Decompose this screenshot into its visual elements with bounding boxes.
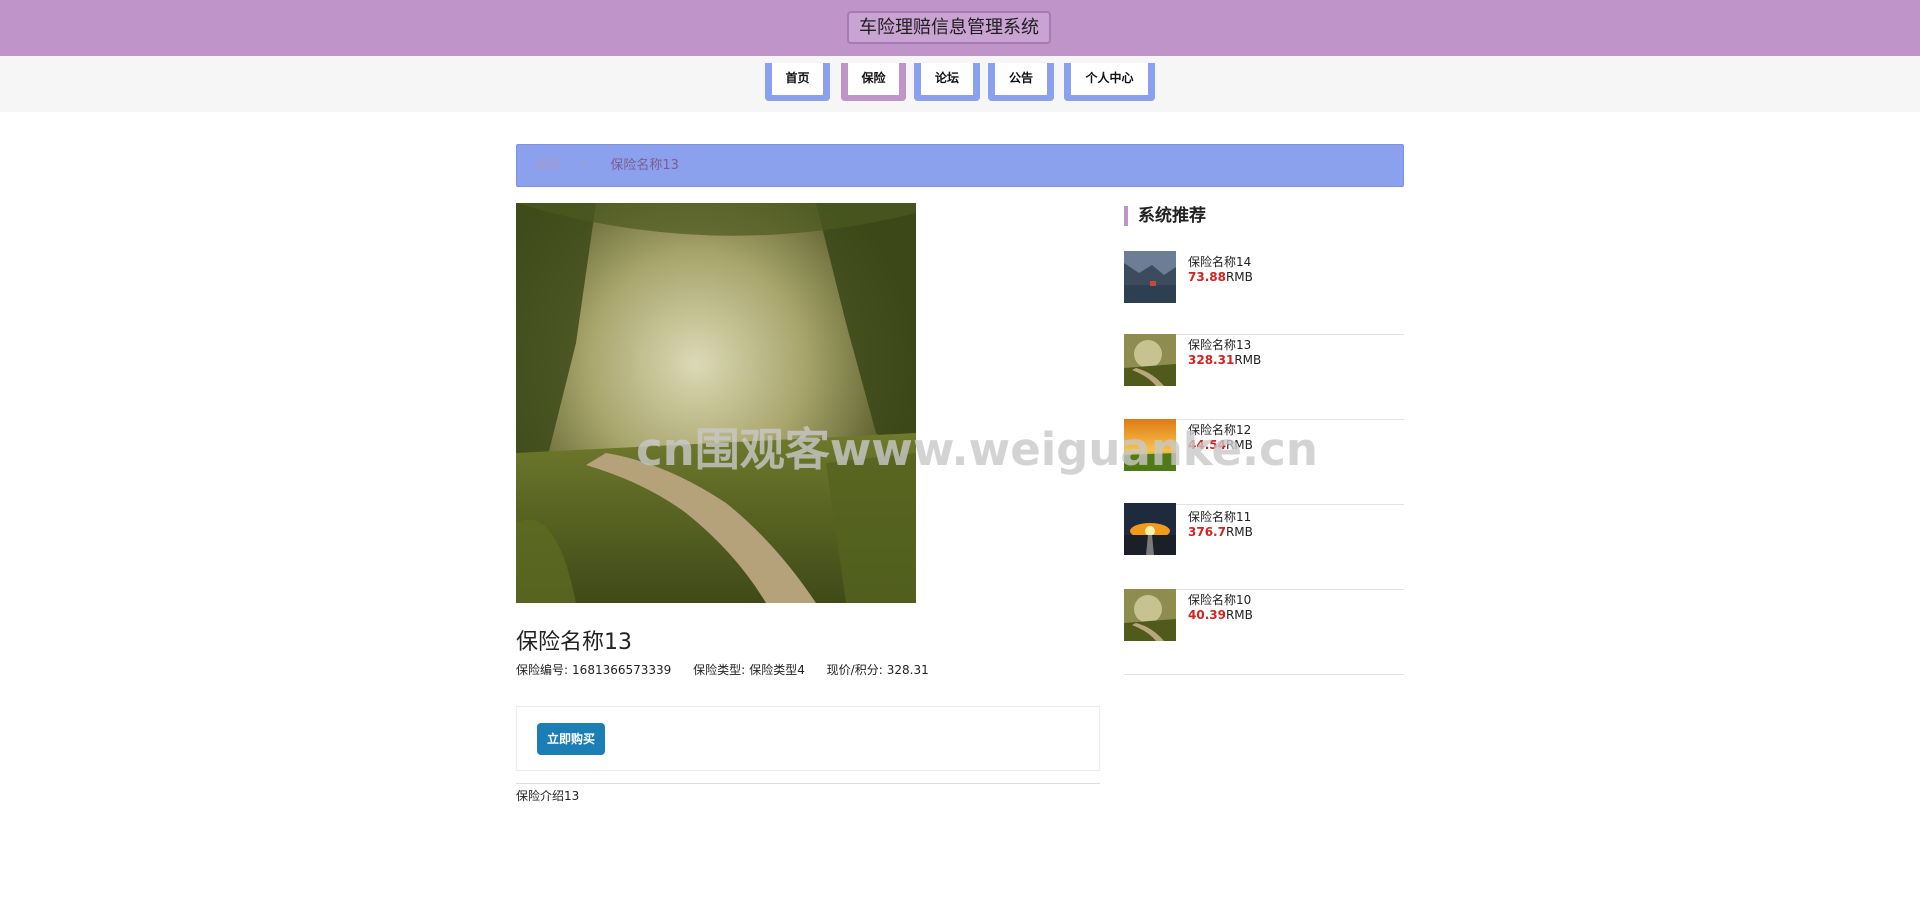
recommend-item-price-value: 73.88 (1188, 270, 1226, 284)
product-code-label: 保险编号: (516, 663, 569, 677)
recommend-item[interactable]: 保险名称11 376.7RMB (1124, 503, 1404, 590)
content-divider (516, 783, 1100, 784)
breadcrumb-home-link[interactable]: 首页 (536, 158, 562, 173)
product-image (516, 203, 916, 603)
product-price-value: 328.31 (886, 663, 929, 677)
recommend-item-price-value: 376.7 (1188, 525, 1226, 539)
recommend-item-price: 44.54RMB (1188, 438, 1253, 452)
product-title: 保险名称13 (516, 630, 632, 655)
top-header: 车险理赔信息管理系统 (0, 0, 1920, 56)
recommend-item-name[interactable]: 保险名称11 (1188, 508, 1251, 525)
recommend-list: 保险名称14 73.88RMB 保险名称13 328.31RMB 保险名称12 … (1124, 250, 1404, 675)
recommend-item-price-value: 328.31 (1188, 353, 1235, 367)
nav-item-home[interactable]: 首页 (765, 63, 830, 101)
product-type-label: 保险类型: (693, 663, 746, 677)
recommend-item-price-unit: RMB (1225, 525, 1253, 539)
site-title: 车险理赔信息管理系统 (847, 11, 1051, 44)
nav-item-profile[interactable]: 个人中心 (1064, 63, 1155, 101)
recommend-item-price-unit: RMB (1234, 353, 1262, 367)
recommend-thumbnail[interactable] (1124, 334, 1176, 386)
recommend-item-price: 40.39RMB (1188, 608, 1253, 622)
recommend-item-price: 328.31RMB (1188, 353, 1261, 367)
recommend-thumbnail[interactable] (1124, 419, 1176, 471)
recommend-item[interactable]: 保险名称10 40.39RMB (1124, 589, 1404, 675)
product-meta: 保险编号: 1681366573339 保险类型: 保险类型4 现价/积分: 328.… (516, 661, 933, 678)
nav-item-insurance[interactable]: 保险 (841, 63, 906, 101)
nav-item-forum[interactable]: 论坛 (914, 63, 980, 101)
recommend-item-price-unit: RMB (1225, 608, 1253, 622)
recommend-item-name[interactable]: 保险名称10 (1188, 591, 1251, 608)
recommend-thumbnail[interactable] (1124, 251, 1176, 303)
purchase-panel: 立即购买 (516, 706, 1100, 771)
product-intro: 保险介绍13 (516, 789, 580, 803)
recommend-item[interactable]: 保险名称14 73.88RMB (1124, 250, 1404, 335)
recommend-item-price-value: 44.54 (1188, 438, 1226, 452)
recommend-thumbnail[interactable] (1124, 503, 1176, 555)
breadcrumb: 首页 / 保险名称13 (516, 144, 1404, 187)
main-nav: 首页 保险 论坛 公告 个人中心 (0, 56, 1920, 112)
recommend-item-price-unit: RMB (1225, 270, 1253, 284)
recommend-title: 系统推荐 (1124, 206, 1206, 226)
recommend-item-price-value: 40.39 (1188, 608, 1226, 622)
recommend-item[interactable]: 保险名称13 328.31RMB (1124, 334, 1404, 420)
breadcrumb-separator: / (582, 158, 587, 173)
recommend-item[interactable]: 保险名称12 44.54RMB (1124, 419, 1404, 505)
product-type-value: 保险类型4 (749, 663, 805, 677)
buy-now-button[interactable]: 立即购买 (537, 723, 605, 755)
breadcrumb-current: 保险名称13 (610, 158, 679, 173)
recommend-item-price: 376.7RMB (1188, 525, 1253, 539)
recommend-item-name[interactable]: 保险名称14 (1188, 253, 1251, 270)
nav-item-notice[interactable]: 公告 (988, 63, 1054, 101)
recommend-item-price: 73.88RMB (1188, 270, 1253, 284)
recommend-item-name[interactable]: 保险名称13 (1188, 336, 1251, 353)
recommend-thumbnail[interactable] (1124, 589, 1176, 641)
product-code-value: 1681366573339 (572, 663, 672, 677)
recommend-item-price-unit: RMB (1225, 438, 1253, 452)
product-price-label: 现价/积分: (826, 663, 883, 677)
recommend-item-name[interactable]: 保险名称12 (1188, 421, 1251, 438)
